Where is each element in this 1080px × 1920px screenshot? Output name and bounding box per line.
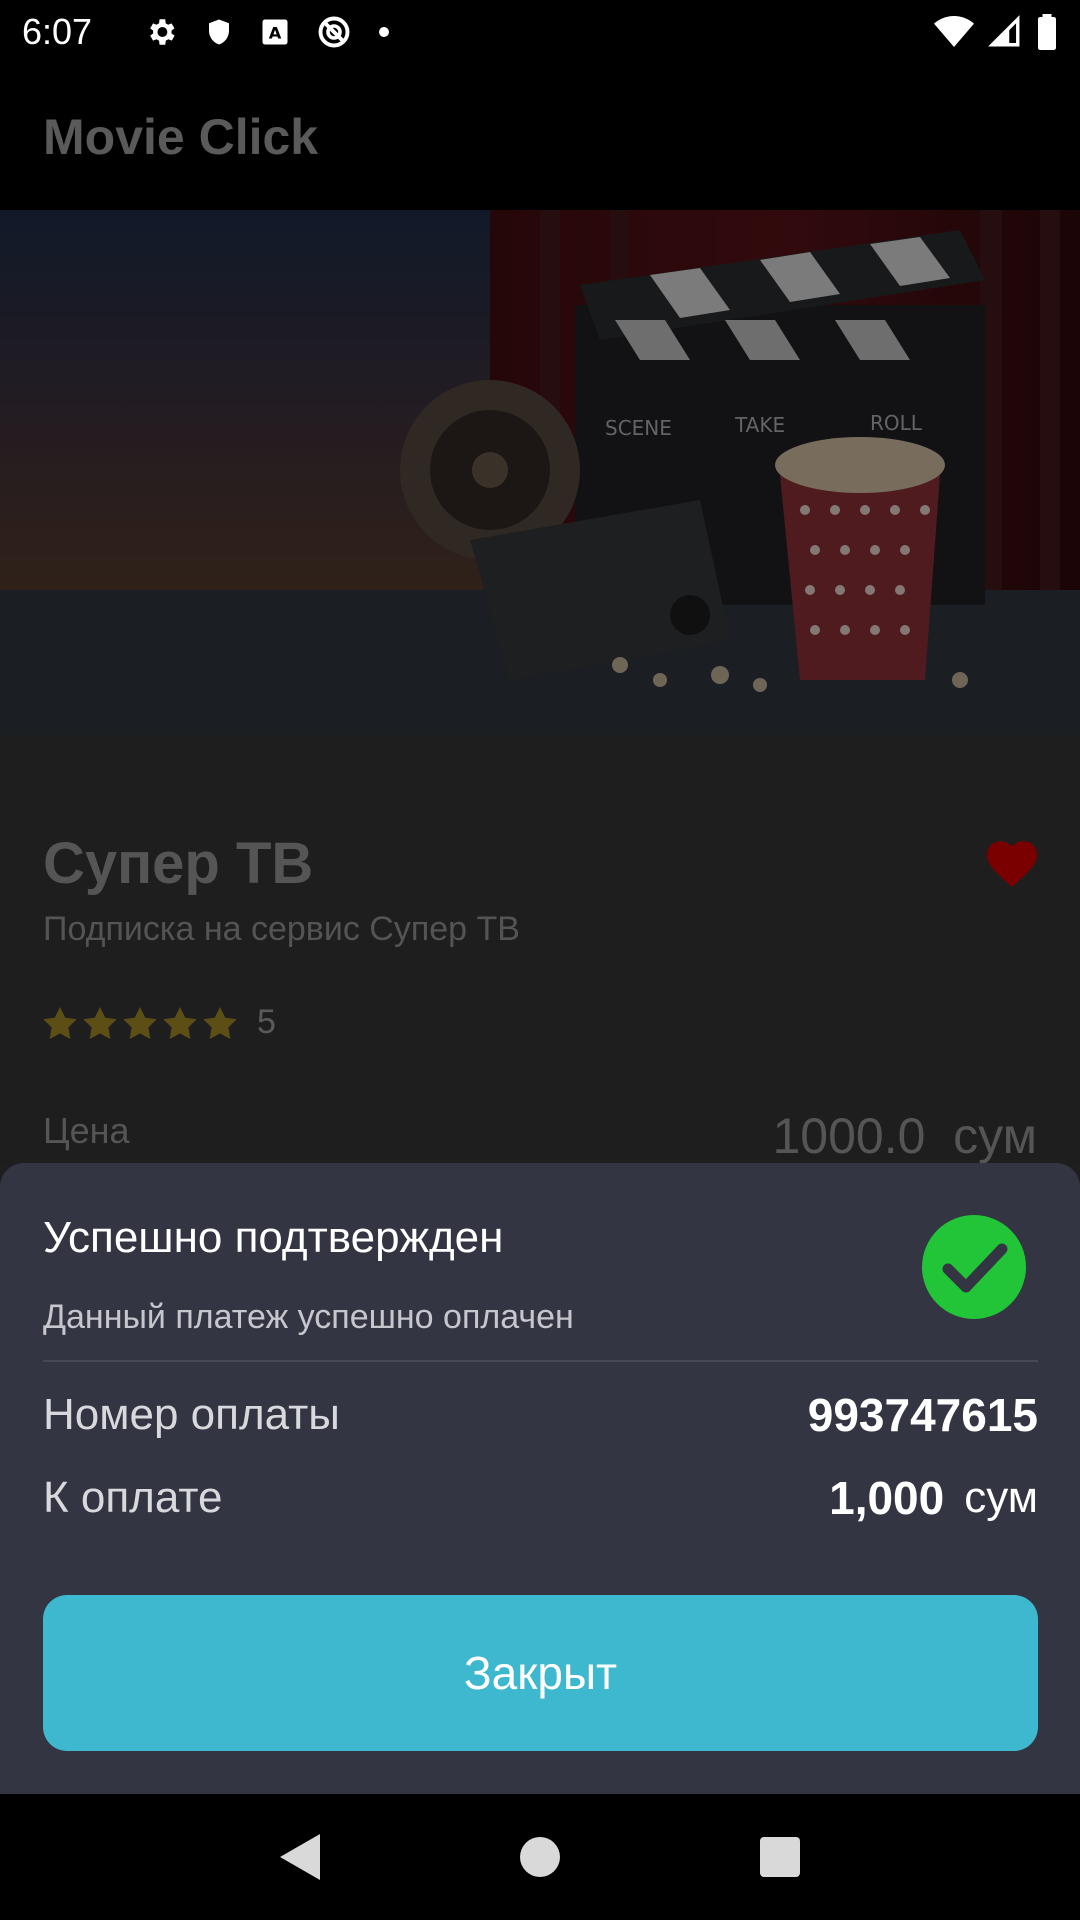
- amount-label: К оплате: [43, 1473, 223, 1522]
- svg-text:A: A: [269, 23, 282, 42]
- screen: 6:07 A Movie Click SCENE TAKE ROLL Супер…: [0, 0, 1080, 1920]
- recents-icon[interactable]: [760, 1837, 800, 1877]
- product-details: Супер ТВ Подписка на сервис Супер ТВ 5 Ц…: [0, 735, 1080, 1165]
- app-title: Movie Click: [43, 108, 319, 165]
- hero-image: SCENE TAKE ROLL: [0, 210, 1080, 735]
- wifi-icon: [934, 15, 974, 47]
- no-entry-icon: [318, 16, 350, 47]
- star-icon: [83, 1006, 117, 1039]
- payment-success-sheet: Успешно подтвержден Данный платеж успешн…: [0, 1163, 1080, 1794]
- amount-unit: сум: [964, 1473, 1038, 1522]
- payment-number-label: Номер оплаты: [43, 1390, 340, 1439]
- nav-bar: [0, 1794, 1080, 1920]
- star-icon: [43, 1006, 77, 1039]
- amount-row: К оплате 1,000 сум: [43, 1471, 1038, 1525]
- status-icons-right: [934, 13, 1058, 50]
- favorite-heart-icon[interactable]: [985, 840, 1039, 888]
- payment-number-value: 993747615: [807, 1389, 1038, 1441]
- status-icons-left: A: [144, 14, 390, 50]
- close-button[interactable]: Закрыт: [43, 1595, 1038, 1751]
- divider: [43, 1360, 1038, 1362]
- rating-value: 5: [257, 1003, 276, 1041]
- payment-number-row: Номер оплаты 993747615: [43, 1388, 1038, 1442]
- amount-value: 1,000: [829, 1472, 945, 1524]
- app-bar: Movie Click: [0, 63, 1080, 210]
- product-subtitle: Подписка на сервис Супер ТВ: [43, 910, 520, 948]
- star-icon: [123, 1006, 157, 1039]
- price-value: 1000.0 сум: [772, 1108, 1037, 1164]
- gear-icon: [150, 18, 175, 45]
- sheet-subtitle: Данный платеж успешно оплачен: [43, 1298, 574, 1336]
- battery-icon: [1038, 13, 1056, 50]
- star-icon: [163, 1006, 197, 1039]
- back-icon[interactable]: [280, 1834, 320, 1880]
- success-check-icon: [922, 1215, 1026, 1319]
- star-icon: [203, 1006, 237, 1039]
- font-icon: A: [262, 19, 288, 44]
- shield-icon: [209, 19, 229, 44]
- status-time: 6:07: [22, 10, 93, 52]
- product-title: Супер ТВ: [43, 831, 314, 896]
- home-icon[interactable]: [520, 1837, 560, 1877]
- status-bar: 6:07 A: [0, 0, 1080, 63]
- price-label: Цена: [43, 1110, 130, 1151]
- dot-icon: [379, 26, 389, 37]
- sheet-title: Успешно подтвержден: [43, 1213, 504, 1262]
- rating: 5: [43, 1003, 276, 1042]
- signal-icon: [988, 14, 1020, 46]
